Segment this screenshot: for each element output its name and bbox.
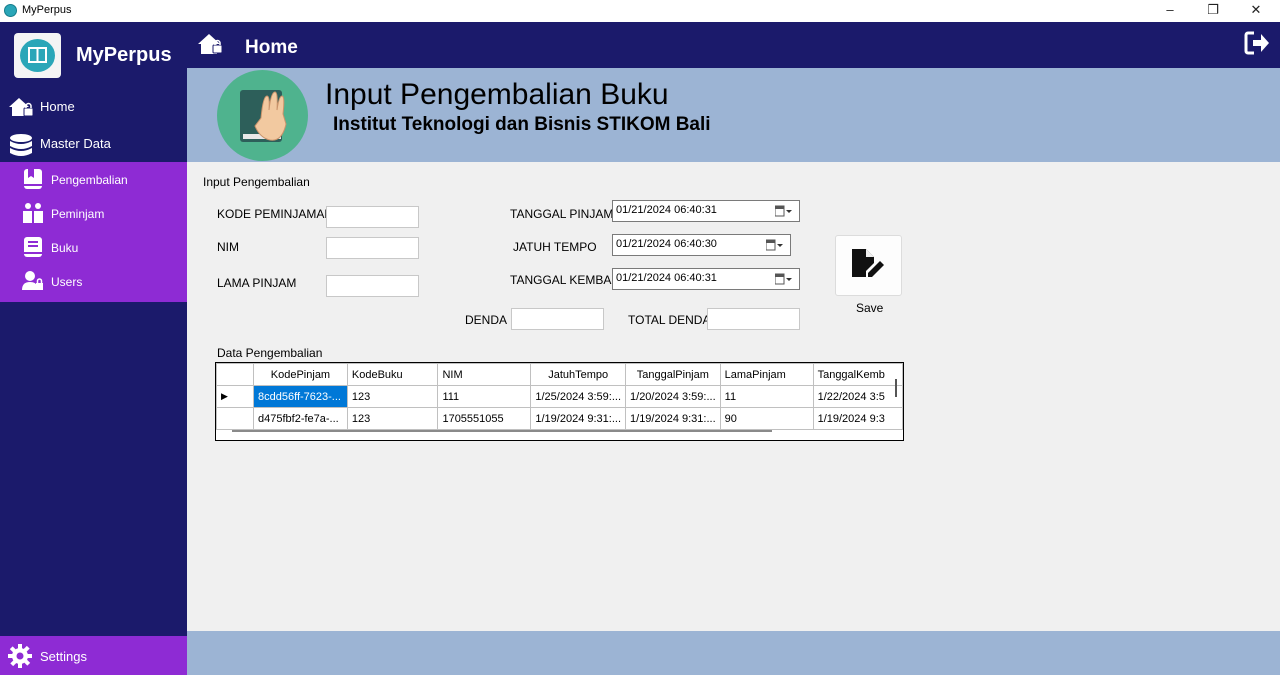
settings-label: Settings xyxy=(40,649,87,664)
minimize-button[interactable]: – xyxy=(1150,0,1190,22)
tanggal-kembali-datepicker[interactable]: 01/21/2024 06:40:31 xyxy=(612,268,800,290)
table-cell[interactable]: 123 xyxy=(346,407,439,430)
top-header: Home xyxy=(187,22,1280,68)
sidebar-item-settings[interactable]: Settings xyxy=(0,636,187,675)
table-cell[interactable]: 1/20/2024 3:59:... xyxy=(625,385,721,408)
lama-pinjam-input[interactable] xyxy=(326,275,419,297)
save-label: Save xyxy=(856,301,884,315)
calendar-dropdown-icon[interactable] xyxy=(765,239,784,251)
main-content: Input Pengembalian KODE PEMINJAMAN NIM L… xyxy=(187,162,1280,631)
table-cell[interactable]: d475fbf2-fe7a-... xyxy=(253,407,348,430)
jatuh-tempo-datepicker[interactable]: 01/21/2024 06:40:30 xyxy=(612,234,791,256)
tanggal-kembali-label: TANGGAL KEMBALI xyxy=(510,273,622,287)
denda-label: DENDA xyxy=(465,313,508,327)
data-pengembalian-grid[interactable]: KodePinjam KodeBuku NIM JatuhTempo Tangg… xyxy=(215,362,904,441)
table-cell[interactable]: 8cdd56ff-7623-... xyxy=(253,385,348,408)
row-header-corner xyxy=(216,363,254,386)
sidebar-item-label: Peminjam xyxy=(51,207,105,221)
sidebar-item-home[interactable]: Home xyxy=(0,90,187,124)
table-row[interactable]: d475fbf2-fe7a-... 123 1705551055 1/19/20… xyxy=(216,407,903,430)
table-cell[interactable]: 1/19/2024 9:3 xyxy=(812,407,903,430)
denda-input[interactable] xyxy=(511,308,604,330)
total-denda-input[interactable] xyxy=(707,308,800,330)
footer-bar xyxy=(187,631,1280,675)
total-denda-label: TOTAL DENDA xyxy=(628,313,711,327)
kode-peminjaman-input[interactable] xyxy=(326,206,419,228)
home-lock-icon xyxy=(197,32,223,56)
sidebar-item-master-data[interactable]: Master Data xyxy=(0,127,187,161)
table-cell[interactable]: 1/22/2024 3:5 xyxy=(812,385,903,408)
row-selector[interactable]: ▶ xyxy=(216,385,254,408)
sidebar-item-users[interactable]: Users xyxy=(0,265,187,299)
gear-icon xyxy=(8,644,32,668)
column-header[interactable]: KodePinjam xyxy=(253,363,348,386)
brand-logo xyxy=(14,33,61,78)
table-header-row: KodePinjam KodeBuku NIM JatuhTempo Tangg… xyxy=(216,363,903,386)
banner-subheading: Institut Teknologi dan Bisnis STIKOM Bal… xyxy=(333,114,711,135)
row-selector[interactable] xyxy=(216,407,254,430)
table-cell[interactable]: 1/25/2024 3:59:... xyxy=(530,385,627,408)
save-button[interactable] xyxy=(835,235,902,296)
table-title: Data Pengembalian xyxy=(217,346,323,360)
section-title: Input Pengembalian xyxy=(203,175,310,189)
database-icon xyxy=(8,133,34,156)
column-header[interactable]: LamaPinjam xyxy=(719,363,814,386)
table-cell[interactable]: 1705551055 xyxy=(437,407,532,430)
page-title: Home xyxy=(245,37,298,58)
window-titlebar: MyPerpus – ❐ ✕ xyxy=(0,0,1280,22)
users-icon xyxy=(22,270,44,292)
sidebar-item-label: Users xyxy=(51,275,83,289)
sidebar-item-pengembalian[interactable]: Pengembalian xyxy=(0,163,187,197)
master-data-submenu: Pengembalian Peminjam Buku Users xyxy=(0,162,187,302)
sidebar-item-label: Buku xyxy=(51,241,79,255)
banner: Input Pengembalian Buku Institut Teknolo… xyxy=(187,68,1280,162)
calendar-dropdown-icon[interactable] xyxy=(774,205,793,217)
book-icon xyxy=(22,236,44,258)
calendar-dropdown-icon[interactable] xyxy=(774,273,793,285)
horizontal-scrollbar[interactable] xyxy=(232,430,772,432)
sidebar-item-peminjam[interactable]: Peminjam xyxy=(0,197,187,231)
restore-button[interactable]: ❐ xyxy=(1193,0,1233,22)
window-title: MyPerpus xyxy=(22,4,72,16)
borrower-icon xyxy=(22,202,44,224)
column-header[interactable]: TanggalPinjam xyxy=(625,363,721,386)
edit-file-icon xyxy=(852,249,884,277)
table-cell[interactable]: 11 xyxy=(719,385,814,408)
tanggal-pinjam-label: TANGGAL PINJAM xyxy=(510,207,614,221)
sidebar-item-label: Pengembalian xyxy=(51,173,128,187)
table-cell[interactable]: 123 xyxy=(346,385,439,408)
tanggal-pinjam-value: 01/21/2024 06:40:31 xyxy=(616,204,717,216)
table-cell[interactable]: 111 xyxy=(437,385,532,408)
table-cell[interactable]: 1/19/2024 9:31:... xyxy=(530,407,627,430)
column-header[interactable]: TanggalKemb xyxy=(812,363,903,386)
table-row[interactable]: ▶ 8cdd56ff-7623-... 123 111 1/25/2024 3:… xyxy=(216,385,903,408)
home-lock-icon xyxy=(8,96,34,118)
nim-label: NIM xyxy=(217,240,239,254)
close-button[interactable]: ✕ xyxy=(1236,0,1276,22)
jatuh-tempo-value: 01/21/2024 06:40:30 xyxy=(616,238,717,250)
brand-name: MyPerpus xyxy=(76,44,172,66)
return-book-icon xyxy=(22,168,44,190)
jatuh-tempo-label: JATUH TEMPO xyxy=(513,240,597,254)
sidebar-item-buku[interactable]: Buku xyxy=(0,231,187,265)
kode-peminjaman-label: KODE PEMINJAMAN xyxy=(217,207,334,221)
tanggal-pinjam-datepicker[interactable]: 01/21/2024 06:40:31 xyxy=(612,200,800,222)
banner-heading: Input Pengembalian Buku xyxy=(325,78,669,111)
column-header[interactable]: NIM xyxy=(437,363,532,386)
sidebar-item-label: Home xyxy=(40,99,75,114)
sidebar-item-label: Master Data xyxy=(40,136,111,151)
nim-input[interactable] xyxy=(326,237,419,259)
column-header[interactable]: KodeBuku xyxy=(346,363,439,386)
lama-pinjam-label: LAMA PINJAM xyxy=(217,276,297,290)
book-hand-icon xyxy=(217,70,308,161)
logout-icon[interactable] xyxy=(1244,30,1270,56)
table-cell[interactable]: 90 xyxy=(719,407,814,430)
column-header[interactable]: JatuhTempo xyxy=(530,363,627,386)
sidebar: MyPerpus Home Master Data Pengembalian P… xyxy=(0,22,187,675)
app-icon xyxy=(4,4,17,17)
tanggal-kembali-value: 01/21/2024 06:40:31 xyxy=(616,272,717,284)
vertical-scrollbar[interactable] xyxy=(895,379,897,397)
table-cell[interactable]: 1/19/2024 9:31:... xyxy=(625,407,721,430)
